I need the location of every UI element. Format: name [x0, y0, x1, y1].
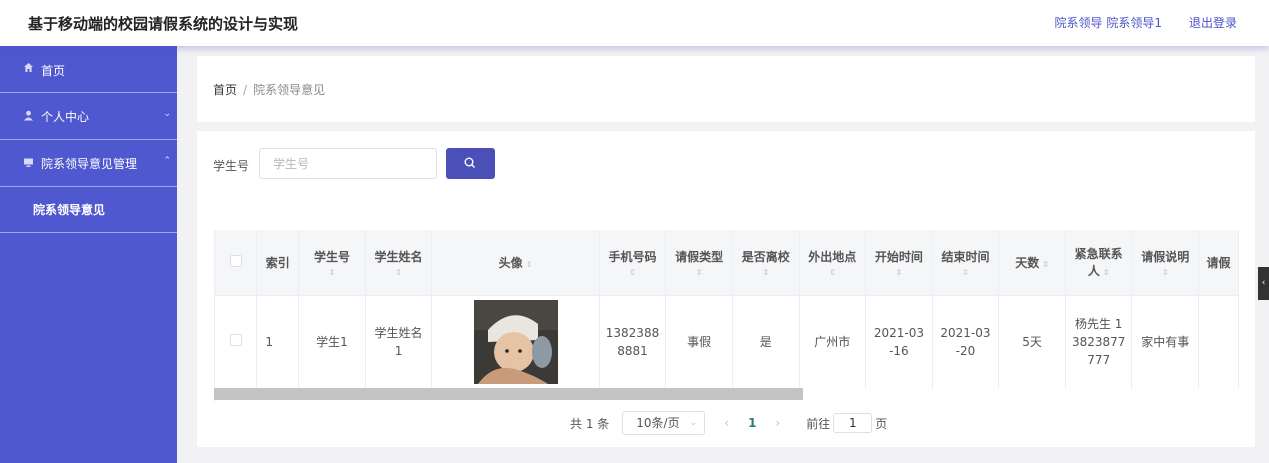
search-button[interactable] — [446, 148, 495, 179]
sort-icon[interactable]: ⇕ — [870, 268, 928, 277]
home-icon — [22, 62, 34, 74]
table-row: 1 学生1 学生姓名1 13823888881 事假 是 广州市 2021-03… — [215, 295, 1239, 389]
sort-icon[interactable]: ⇕ — [1042, 260, 1049, 269]
cell-leave-note: 家中有事 — [1131, 295, 1200, 389]
column-header[interactable]: 头像 ⇕ — [431, 230, 600, 296]
sort-icon[interactable]: ⇕ — [303, 268, 361, 277]
column-header[interactable]: 索引 — [256, 230, 300, 296]
avatar — [473, 300, 558, 385]
page-size-select[interactable]: 10条/页 ⌄ — [622, 411, 706, 435]
cell-days: 5天 — [998, 295, 1066, 389]
column-header[interactable]: 开始时间 ⇕ — [865, 230, 933, 296]
main-card: 学生号 索引 学生号⇕ 学生姓名⇕ 头像⇕ 手机号码⇕ — [197, 131, 1255, 447]
sidebar-item-label: 首页 — [41, 64, 66, 78]
chevron-down-icon: ⌄ — [689, 418, 698, 428]
sort-icon[interactable]: ⇕ — [937, 268, 995, 277]
cell-phone: 13823888881 — [599, 295, 667, 389]
breadcrumb-separator: / — [243, 83, 248, 97]
column-header[interactable]: 学生号 ⇕ — [298, 230, 366, 296]
cell-emergency-contact: 杨先生 13823877777 — [1065, 295, 1133, 389]
column-header[interactable]: 学生姓名 ⇕ — [365, 230, 433, 296]
horizontal-scrollbar[interactable] — [214, 388, 803, 400]
total-count: 共 1 条 — [570, 416, 610, 431]
sidebar-subitem-opinion[interactable]: 院系领导意见 — [0, 187, 177, 233]
sort-icon[interactable]: ⇕ — [370, 268, 428, 277]
column-header[interactable]: 结束时间 ⇕ — [932, 230, 1000, 296]
breadcrumb-current: 院系领导意见 — [253, 83, 326, 97]
column-header[interactable]: 请假类型 ⇕ — [665, 230, 733, 296]
cell-leave-type: 事假 — [665, 295, 733, 389]
column-header[interactable]: 天数 ⇕ — [998, 230, 1066, 296]
sort-icon[interactable]: ⇕ — [604, 268, 662, 277]
column-header[interactable]: 手机号码 ⇕ — [599, 230, 667, 296]
chevron-down-icon: ⌄ — [163, 109, 171, 119]
sort-icon[interactable]: ⇕ — [1136, 268, 1194, 277]
cell-student-no: 学生1 — [298, 295, 366, 389]
user-icon — [22, 110, 34, 122]
sort-icon[interactable]: ⇕ — [737, 268, 795, 277]
breadcrumb-home[interactable]: 首页 — [213, 83, 237, 97]
goto-page-input[interactable]: 1 — [833, 413, 873, 433]
sort-icon[interactable]: ⇕ — [670, 268, 728, 277]
page-suffix: 页 — [875, 416, 888, 431]
top-bar: 基于移动端的校园请假系统的设计与实现 院系领导 院系领导1 退出登录 — [0, 0, 1269, 46]
column-header[interactable]: 紧急联系人 ⇕ — [1065, 230, 1133, 296]
column-header[interactable]: 是否离校 ⇕ — [732, 230, 800, 296]
prev-page-icon[interactable]: ‹ — [724, 416, 729, 430]
breadcrumb-card: 首页 / 院系领导意见 — [197, 56, 1255, 122]
cell-student-name: 学生姓名1 — [365, 295, 433, 389]
next-page-icon[interactable]: › — [775, 416, 780, 430]
monitor-icon — [22, 157, 34, 169]
search-icon — [464, 157, 475, 168]
sidebar: 首页 个人中心 ⌄ 院系领导意见管理 ⌃ 院系领导意见 — [0, 46, 177, 463]
app-title: 基于移动端的校园请假系统的设计与实现 — [28, 15, 299, 33]
goto-label: 前往 — [806, 416, 831, 431]
cell-overflow — [1198, 295, 1239, 389]
search-label: 学生号 — [213, 159, 250, 173]
data-table: 索引 学生号 ⇕ 学生姓名 ⇕ 头像 ⇕ 手机号码 ⇕ 请假类型 ⇕ 是否离校 ⇕ 外出地点… — [214, 230, 1239, 402]
cell-end-time: 2021-03-20 — [932, 295, 1000, 389]
column-header[interactable]: 外出地点 ⇕ — [799, 230, 867, 296]
chevron-up-icon: ⌃ — [163, 156, 171, 166]
select-all-cell — [215, 230, 258, 296]
logout-link[interactable]: 退出登录 — [1189, 14, 1237, 31]
column-header[interactable]: 请假 — [1198, 230, 1239, 296]
cell-start-time: 2021-03-16 — [865, 295, 933, 389]
cell-index: 1 — [256, 295, 300, 389]
pagination: 共 1 条 10条/页 ⌄ ‹ 1 › 前往 1 页 — [570, 411, 887, 435]
sidebar-item-opinion-management[interactable]: 院系领导意见管理 ⌃ — [0, 140, 177, 187]
cell-avatar — [431, 295, 600, 389]
column-header[interactable]: 请假说明 ⇕ — [1131, 230, 1200, 296]
cell-destination: 广州市 — [799, 295, 867, 389]
breadcrumb: 首页 / 院系领导意见 — [213, 81, 325, 98]
row-checkbox[interactable] — [229, 334, 242, 347]
select-all-checkbox[interactable] — [229, 254, 242, 267]
current-user: 院系领导 院系领导1 — [1054, 16, 1162, 30]
collapse-handle-icon[interactable]: ‹ — [1258, 267, 1269, 300]
cell-left-school: 是 — [732, 295, 800, 389]
sort-icon[interactable]: ⇕ — [1103, 268, 1110, 277]
sort-icon[interactable]: ⇕ — [526, 260, 533, 269]
sidebar-item-label: 个人中心 — [41, 109, 90, 124]
table-header-row: 索引 学生号 ⇕ 学生姓名 ⇕ 头像 ⇕ 手机号码 ⇕ 请假类型 ⇕ 是否离校 ⇕ 外出地点… — [215, 230, 1239, 296]
sidebar-item-home[interactable]: 首页 — [0, 46, 177, 93]
sidebar-item-label: 院系领导意见管理 — [41, 156, 138, 171]
sidebar-item-profile[interactable]: 个人中心 ⌄ — [0, 93, 177, 140]
sort-icon[interactable]: ⇕ — [804, 268, 862, 277]
page-number[interactable]: 1 — [748, 416, 756, 430]
search-input[interactable] — [259, 148, 437, 179]
row-select-cell — [215, 295, 258, 389]
